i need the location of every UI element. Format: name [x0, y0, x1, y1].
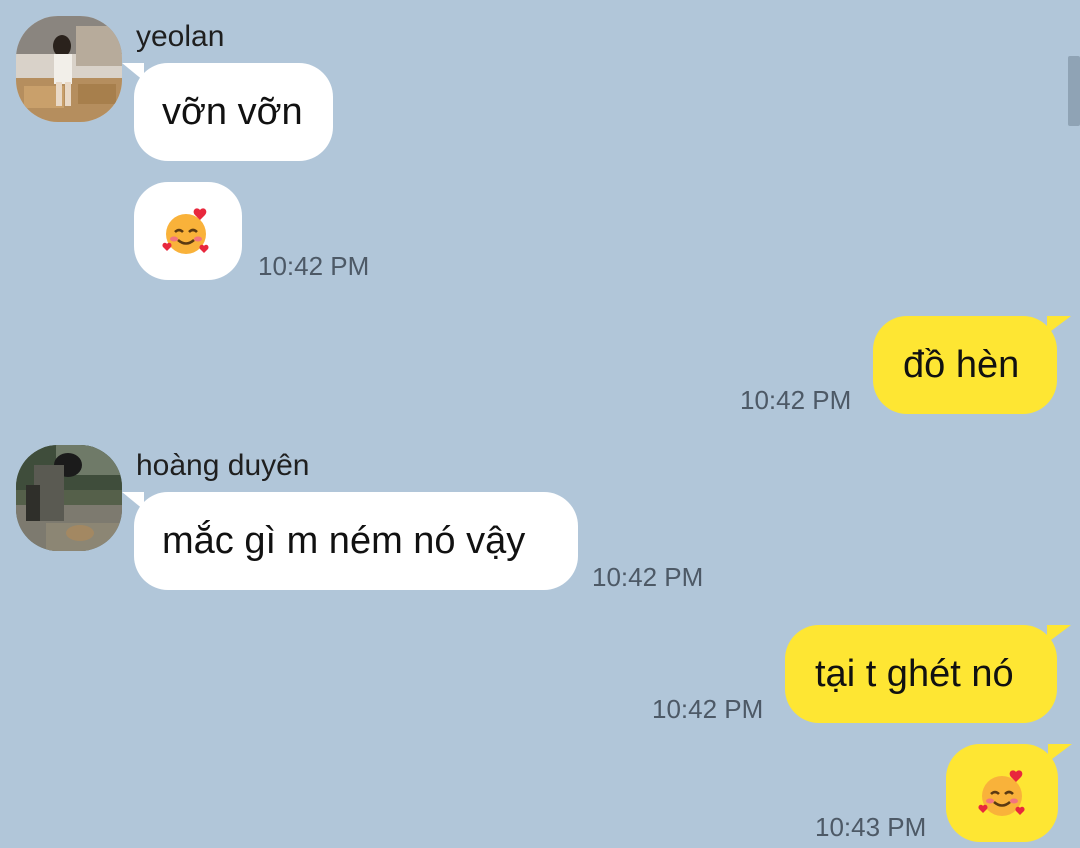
bubble-tail [1047, 625, 1071, 643]
avatar-hoang-duyen-photo [16, 445, 122, 551]
sender-name: yeolan [136, 20, 225, 53]
message-bubble-incoming[interactable]: vỡn vỡn [122, 63, 333, 161]
message-time: 10:43 PM [815, 812, 927, 842]
scrollbar[interactable] [1068, 56, 1080, 126]
avatar-yeolan[interactable] [16, 16, 122, 122]
message-text: vỡn vỡn [162, 91, 303, 133]
message-text: mắc gì m ném nó vậy [162, 520, 526, 562]
message-bubble-outgoing[interactable]: tại t ghét nó [785, 625, 1071, 723]
message-time: 10:42 PM [258, 251, 370, 281]
bubble-tail [1048, 744, 1072, 762]
emoji-bubble-incoming[interactable] [134, 182, 242, 280]
message-bubble-outgoing[interactable]: đồ hèn [873, 316, 1071, 414]
message-bubble-incoming[interactable]: mắc gì m ném nó vậy [122, 492, 578, 590]
avatar-hoang-duyen[interactable] [16, 445, 122, 551]
bubble-tail [1047, 316, 1071, 334]
smiling-face-with-hearts-icon [978, 770, 1025, 816]
avatar-yeolan-photo [16, 16, 122, 122]
message-time: 10:42 PM [652, 694, 764, 724]
bubble-tail [122, 63, 144, 81]
emoji-bubble-outgoing[interactable] [946, 744, 1072, 842]
smiling-face-with-hearts-icon [162, 208, 209, 254]
message-text: tại t ghét nó [815, 653, 1014, 695]
message-time: 10:42 PM [592, 562, 704, 592]
message-time: 10:42 PM [740, 385, 852, 415]
bubble-tail [122, 492, 144, 510]
sender-name: hoàng duyên [136, 449, 310, 482]
chat-view[interactable]: yeolan vỡn vỡn 10:42 PM đồ hèn 10:42 PM [0, 0, 1080, 848]
message-text: đồ hèn [903, 344, 1020, 386]
